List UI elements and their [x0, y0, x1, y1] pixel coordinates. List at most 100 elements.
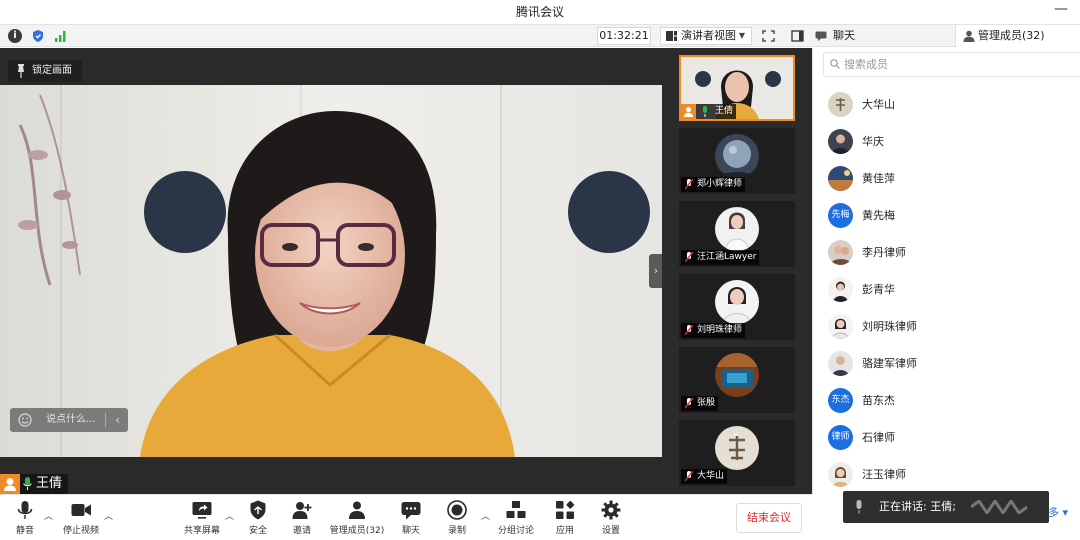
fullscreen-icon[interactable]	[762, 30, 775, 42]
thumbnail-item[interactable]: 汪江涵Lawyer	[679, 201, 795, 267]
active-speaker-name: 王倩	[36, 476, 63, 491]
speaking-text: 正在讲话: 王倩;	[879, 500, 956, 513]
minimize-button[interactable]: —	[1054, 2, 1068, 16]
thumbnail-name-tag: 大华山	[681, 469, 728, 484]
emoji-icon[interactable]	[18, 413, 32, 427]
member-item[interactable]: 骆建军律师	[813, 344, 1080, 381]
collapse-thumbnails-button[interactable]: ›	[649, 254, 663, 288]
chevron-left-icon[interactable]: ‹	[115, 408, 120, 432]
microphone-active-icon	[703, 106, 707, 117]
mute-button[interactable]: 静音	[10, 499, 40, 539]
member-name: 黄佳萍	[862, 172, 895, 185]
share-screen-button[interactable]: 共享屏幕	[182, 499, 222, 539]
view-mode-select[interactable]: 演讲者视图 ▼	[660, 27, 752, 45]
end-meeting-button[interactable]: 结束会议	[736, 503, 802, 533]
microphone-muted-icon	[685, 325, 693, 336]
settings-button[interactable]: 设置	[598, 499, 624, 539]
security-label: 安全	[248, 526, 267, 536]
record-icon	[447, 500, 467, 520]
pin-view-button[interactable]: 锁定画面	[8, 60, 82, 82]
shield-icon	[250, 500, 266, 520]
user-badge-icon	[0, 474, 20, 494]
invite-button[interactable]: 邀请	[288, 499, 316, 539]
breakout-rooms-button[interactable]: 分组讨论	[496, 499, 536, 539]
active-speaker-label: 王倩	[0, 474, 69, 494]
members-icon	[349, 501, 365, 519]
member-item[interactable]: 东杰 苗东杰	[813, 381, 1080, 418]
microphone-icon	[856, 500, 862, 514]
member-name: 华庆	[862, 135, 884, 148]
member-item[interactable]: 先梅 黄先梅	[813, 196, 1080, 233]
apps-grid-icon	[556, 500, 575, 519]
member-item[interactable]: 彭青华	[813, 270, 1080, 307]
member-item[interactable]: 大华山	[813, 85, 1080, 122]
thumbnail-item[interactable]: 张殷	[679, 347, 795, 413]
info-icon[interactable]: i	[8, 29, 22, 43]
member-item[interactable]: 律师 石律师	[813, 418, 1080, 455]
title-bar: 腾讯会议 —	[0, 0, 1080, 24]
microphone-muted-icon	[685, 252, 693, 263]
thumbnail-name: 大华山	[697, 471, 725, 481]
audio-wave-icon	[971, 500, 1028, 514]
thumbnail-item[interactable]: 刘明珠律师	[679, 274, 795, 340]
top-toolbar: i 01:32:21 演讲者视图 ▼ 聊天 管理成员(32)	[0, 24, 1080, 47]
member-item[interactable]: 华庆	[813, 122, 1080, 159]
member-item[interactable]: 刘明珠律师	[813, 307, 1080, 344]
apps-button[interactable]: 应用	[552, 499, 578, 539]
more-members-link[interactable]: 多 ▾	[1048, 504, 1068, 520]
microphone-muted-icon	[685, 179, 693, 190]
tab-members[interactable]: 管理成员(32)	[955, 25, 1080, 47]
member-avatar	[828, 129, 853, 154]
bottom-toolbar: 静音 ︿ 停止视频 ︿ 共享屏幕 ︿ 安全 邀请 管理成员(32) 聊天 录制 …	[0, 494, 812, 540]
member-name: 石律师	[862, 431, 895, 444]
security-button[interactable]: 安全	[244, 499, 272, 539]
microphone-muted-icon	[685, 398, 693, 409]
chevron-up-icon[interactable]: ︿	[225, 509, 234, 522]
record-button[interactable]: 录制	[444, 499, 470, 539]
scroll-down-chevron-icon[interactable]: ⌄	[726, 428, 746, 440]
member-item[interactable]: 黄佳萍	[813, 159, 1080, 196]
thumbnail-name-tag: 王倩	[681, 104, 737, 119]
pin-view-label: 锁定画面	[32, 65, 72, 76]
person-icon	[963, 30, 975, 42]
participant-thumbnails: 王倩 郑小辉律师 汪江涵Lawyer 刘明珠律师 张殷 大华山 ⌄	[662, 48, 812, 494]
main-video-area[interactable]: 锁定画面 说点什么... ‹ 王倩	[0, 48, 662, 494]
chevron-up-icon[interactable]: ︿	[104, 509, 113, 522]
search-icon	[830, 59, 840, 69]
network-signal-icon[interactable]	[54, 29, 68, 43]
chat-button[interactable]: 聊天	[398, 499, 424, 539]
gear-icon	[601, 500, 621, 520]
speaker-video	[0, 85, 662, 457]
member-avatar: 东杰	[828, 388, 853, 413]
member-name: 苗东杰	[862, 394, 895, 407]
member-item[interactable]: 李丹律师	[813, 233, 1080, 270]
member-name: 汪玉律师	[862, 468, 906, 481]
manage-members-button[interactable]: 管理成员(32)	[328, 499, 386, 539]
meeting-timer: 01:32:21	[597, 27, 651, 45]
speaking-indicator: 正在讲话: 王倩;	[843, 491, 1049, 523]
share-screen-label: 共享屏幕	[183, 526, 220, 536]
app-title: 腾讯会议	[515, 5, 564, 19]
microphone-icon	[17, 501, 33, 519]
camera-icon	[71, 504, 91, 516]
member-name: 李丹律师	[862, 246, 906, 259]
security-shield-icon[interactable]	[31, 29, 45, 43]
chevron-up-icon[interactable]: ︿	[481, 509, 490, 522]
stop-video-button[interactable]: 停止视频	[60, 499, 102, 539]
breakout-rooms-label: 分组讨论	[497, 526, 534, 536]
quick-chat-input[interactable]: 说点什么... ‹	[10, 408, 128, 432]
thumbnail-item[interactable]: 王倩	[679, 55, 795, 121]
thumbnail-item[interactable]: 郑小辉律师	[679, 128, 795, 194]
layout-icon	[666, 31, 677, 41]
member-search-input[interactable]: 搜索成员	[823, 52, 1080, 77]
tab-chat[interactable]: 聊天	[815, 27, 855, 45]
member-item[interactable]: 汪玉律师	[813, 455, 1080, 492]
participant-avatar	[715, 134, 759, 178]
meeting-window: 腾讯会议 — i 01:32:21 演讲者视图 ▼ 聊天 管理成员(32) 锁定…	[0, 0, 1080, 540]
invite-user-icon	[292, 502, 312, 519]
manage-members-label: 管理成员(32)	[329, 526, 385, 536]
divider	[105, 413, 106, 427]
chevron-up-icon[interactable]: ︿	[44, 509, 53, 522]
side-panel-toggle-icon[interactable]	[791, 30, 804, 42]
pin-icon	[18, 64, 24, 78]
